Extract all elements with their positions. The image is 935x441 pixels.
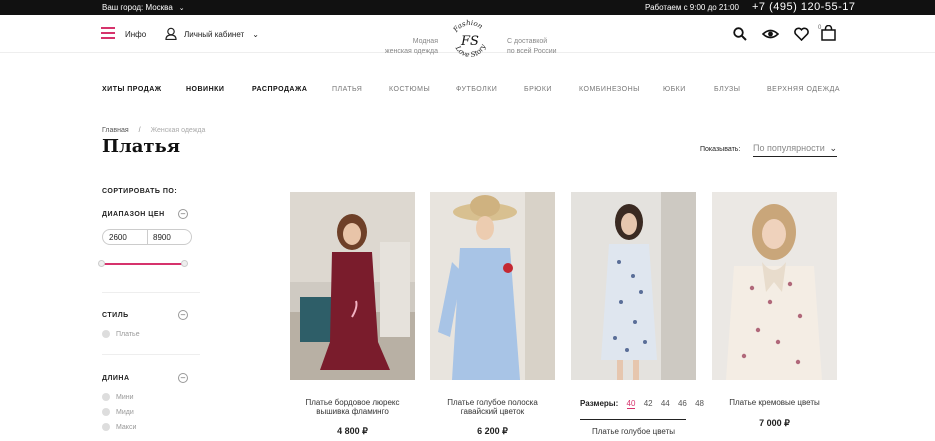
header: Инфо Личный кабинет ⌄ Модная женская одежд… <box>0 15 935 59</box>
heart-icon[interactable] <box>794 27 809 41</box>
sort-select[interactable]: По популярности ⌄ <box>753 143 837 157</box>
product-image[interactable] <box>290 192 415 380</box>
nav-item-blouses[interactable]: БЛУЗЫ <box>714 86 740 93</box>
phone-link[interactable]: +7 (495) 120-55-17 <box>752 1 855 13</box>
chevron-down-icon: ⌄ <box>178 5 185 12</box>
product-card[interactable] <box>571 192 696 385</box>
product-image[interactable] <box>571 192 696 380</box>
length-filter-title: ДЛИНА <box>102 375 130 382</box>
radio-icon <box>102 393 110 401</box>
breadcrumb: Главная / Женская одежда <box>102 127 206 134</box>
radio-icon <box>102 408 110 416</box>
working-hours: Работаем с 9:00 до 21:00 <box>645 3 739 12</box>
size-option[interactable]: 40 <box>626 399 636 409</box>
product-card[interactable]: Платье кремовые цветы 7 000 ₽ <box>712 192 837 428</box>
city-selector[interactable]: Ваш город: Москва ⌄ <box>102 3 185 12</box>
product-price: 4 800 ₽ <box>337 426 368 436</box>
page-title: Платья <box>102 136 181 157</box>
divider <box>580 419 686 420</box>
breadcrumb-home[interactable]: Главная <box>102 127 129 134</box>
length-option[interactable]: Мини <box>102 393 134 401</box>
svg-text:FS: FS <box>460 34 479 49</box>
svg-text:Fashion: Fashion <box>451 19 484 35</box>
radio-icon <box>102 330 110 338</box>
price-slider-max-handle[interactable] <box>181 260 188 267</box>
nav-item-skirts[interactable]: ЮБКИ <box>663 86 686 93</box>
price-from-input[interactable]: 2600 <box>109 233 127 242</box>
city-label: Ваш город: Москва <box>102 3 173 12</box>
size-option[interactable]: 48 <box>695 399 704 408</box>
product-card[interactable]: Платье бордовое люрекс вышивка фламинго 4… <box>290 192 415 436</box>
size-option[interactable]: 46 <box>678 399 687 408</box>
user-icon[interactable] <box>165 27 177 40</box>
nav-item-dresses[interactable]: ПЛАТЬЯ <box>332 86 362 93</box>
product-name[interactable]: Платье бордовое люрекс вышивка фламинго <box>290 398 415 416</box>
length-option[interactable]: Миди <box>102 408 134 416</box>
price-filter-title: ДИАПАЗОН ЦЕН <box>102 211 165 218</box>
product-price: 7 000 ₽ <box>759 418 790 428</box>
cart-icon[interactable] <box>821 25 836 41</box>
price-slider-min-handle[interactable] <box>98 260 105 267</box>
eye-icon[interactable] <box>762 27 779 41</box>
length-option[interactable]: Макси <box>102 423 136 431</box>
nav-item-suits[interactable]: КОСТЮМЫ <box>389 86 430 93</box>
account-label: Личный кабинет <box>184 30 245 39</box>
product-card[interactable]: Платье голубое полоска гавайский цветок 6… <box>430 192 555 436</box>
brand-logo[interactable]: Fashion Love Story FS <box>446 17 494 65</box>
account-link[interactable]: Личный кабинет ⌄ <box>184 30 259 39</box>
tagline-left: Модная женская одежда <box>384 38 438 55</box>
nav-item-tshirts[interactable]: ФУТБОЛКИ <box>456 86 497 93</box>
divider <box>102 292 200 293</box>
search-icon[interactable] <box>733 27 747 41</box>
size-option[interactable]: 42 <box>644 399 653 408</box>
nav-item-new[interactable]: НОВИНКИ <box>186 86 224 93</box>
product-name[interactable]: Платье голубое полоска гавайский цветок <box>430 398 555 416</box>
nav-item-jumpsuits[interactable]: КОМБИНЕЗОНЫ <box>579 86 640 93</box>
product-name[interactable]: Платье кремовые цветы <box>712 398 837 407</box>
top-bar: Ваш город: Москва ⌄ Работаем с 9:00 до 21… <box>0 0 935 15</box>
chevron-down-icon: ⌄ <box>252 30 259 39</box>
size-selector: Размеры: 40 42 44 46 48 <box>580 399 710 409</box>
style-filter-title: СТИЛЬ <box>102 312 129 319</box>
nav-item-trousers[interactable]: БРЮКИ <box>524 86 552 93</box>
info-link[interactable]: Инфо <box>125 30 146 39</box>
sort-by-title: СОРТИРОВАТЬ ПО: <box>102 188 178 195</box>
collapse-length-button[interactable]: – <box>178 373 188 383</box>
chevron-down-icon: ⌄ <box>829 143 837 153</box>
nav-item-outerwear[interactable]: ВЕРХНЯЯ ОДЕЖДА <box>767 86 840 93</box>
collapse-style-button[interactable]: – <box>178 310 188 320</box>
style-option[interactable]: Платье <box>102 330 140 338</box>
product-price: 6 200 ₽ <box>477 426 508 436</box>
product-image[interactable] <box>430 192 555 380</box>
price-range-inputs: 2600 8900 <box>102 229 192 245</box>
collapse-price-button[interactable]: – <box>178 209 188 219</box>
breadcrumb-current: Женская одежда <box>150 127 206 134</box>
divider <box>102 354 200 355</box>
radio-icon <box>102 423 110 431</box>
product-name[interactable]: Платье голубое цветы <box>571 427 696 436</box>
nav-item-sale[interactable]: РАСПРОДАЖА <box>252 86 307 93</box>
product-image[interactable] <box>712 192 837 380</box>
category-nav: ХИТЫ ПРОДАЖ НОВИНКИ РАСПРОДАЖА ПЛАТЬЯ КО… <box>0 86 935 98</box>
sort-value: По популярности <box>753 143 825 153</box>
price-to-input[interactable]: 8900 <box>153 233 171 242</box>
sort-label: Показывать: <box>700 146 741 153</box>
size-option[interactable]: 44 <box>661 399 670 408</box>
menu-icon[interactable] <box>101 27 115 39</box>
tagline-right: С доставкой по всей России <box>507 38 557 55</box>
sizes-label: Размеры: <box>580 399 619 408</box>
price-slider-fill <box>104 263 182 265</box>
nav-item-hits[interactable]: ХИТЫ ПРОДАЖ <box>102 86 162 93</box>
